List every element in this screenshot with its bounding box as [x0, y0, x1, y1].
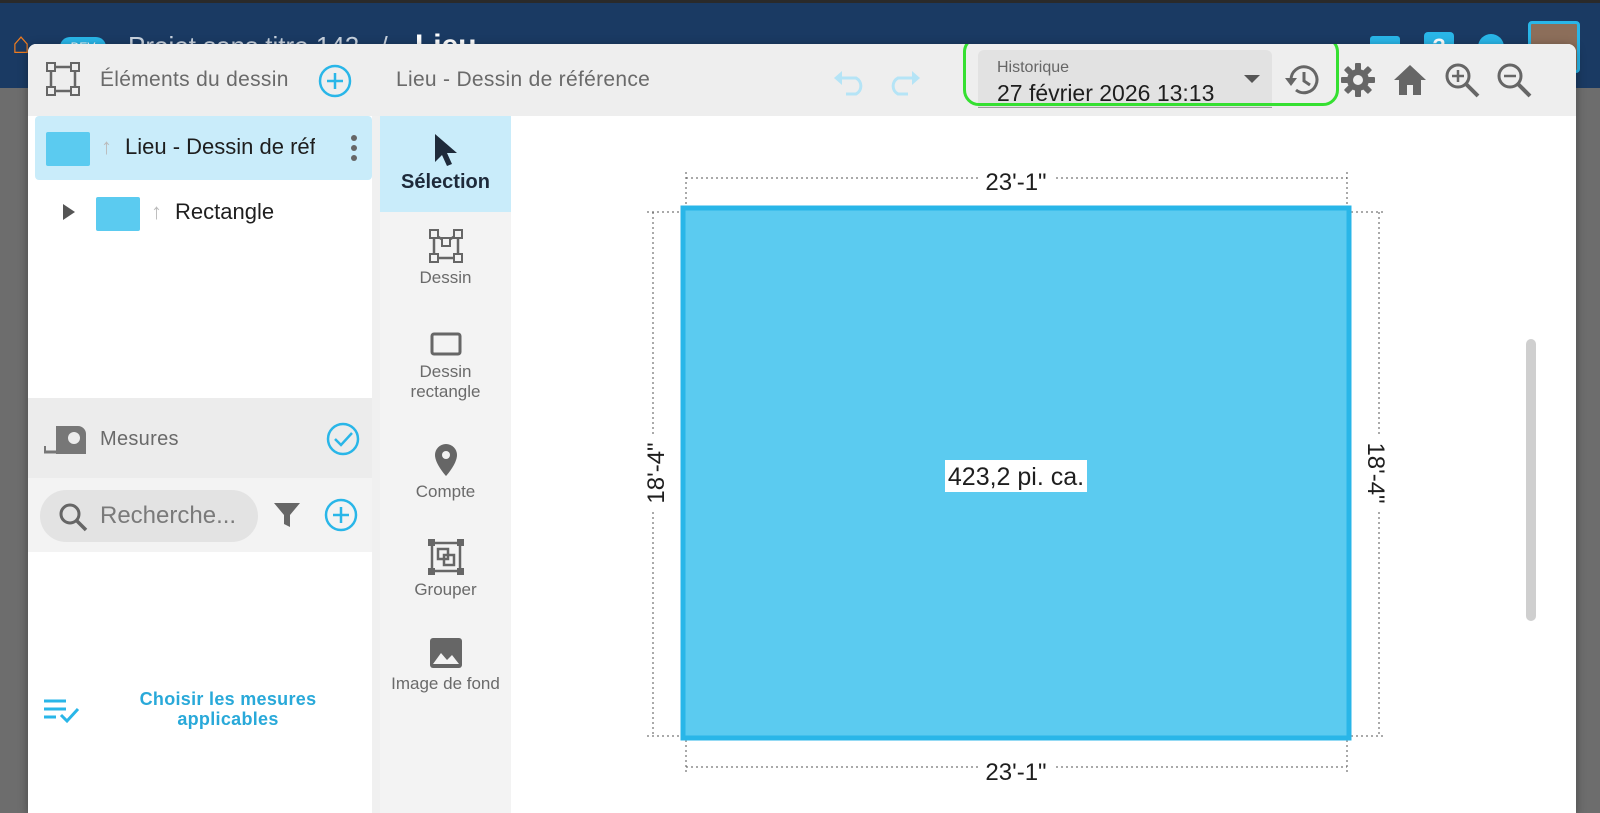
editor-toolbar: Éléments du dessin Lieu - Dessin de réfé…	[28, 44, 1576, 116]
dimension-left-label: 18'-4"	[643, 442, 670, 503]
layer-item-rectangle[interactable]: ↑ Rectangle	[35, 181, 372, 245]
rectangle-draw-icon	[430, 332, 461, 356]
dimension-bottom-label: 23'-1"	[985, 759, 1046, 786]
panel-divider	[372, 116, 380, 813]
layer-label: Rectangle	[175, 199, 275, 224]
more-options-icon[interactable]	[350, 134, 358, 162]
layer-link-icon: ↑	[151, 199, 162, 224]
tape-measure-icon	[44, 426, 86, 454]
tool-label: Compte	[415, 482, 476, 501]
history-select-label: Historique	[997, 59, 1070, 76]
tool-label: Sélection	[401, 171, 490, 193]
tool-label: Grouper	[414, 580, 477, 599]
tool-count[interactable]: Compte	[380, 442, 511, 522]
choose-measures-link[interactable]: Choisir les mesures applicables	[118, 689, 338, 729]
measures-title: Mesures	[100, 428, 179, 450]
layer-link-icon: ↑	[101, 134, 112, 159]
drawing-svg: 23'-1" 23'-1" 18'-4" 18'-4" 423,2 pi. ca…	[639, 164, 1393, 786]
drawing-editor-modal: Éléments du dessin Lieu - Dessin de réfé…	[28, 44, 1576, 813]
area-label: 423,2 pi. ca.	[948, 463, 1084, 491]
chevron-down-icon	[1244, 75, 1260, 83]
layers-panel: ↑ Lieu - Dessin de référence ↑ Rectangle…	[28, 116, 372, 813]
filter-icon[interactable]	[272, 500, 302, 530]
choose-measures-row[interactable]: Choisir les mesures applicables	[28, 681, 372, 741]
gear-icon[interactable]	[1338, 60, 1378, 100]
polygon-draw-icon	[428, 229, 463, 263]
image-icon	[429, 638, 462, 668]
dimension-bottom: 23'-1"	[685, 740, 1348, 786]
add-measure-button[interactable]	[324, 498, 358, 532]
tool-label: Dessin	[419, 268, 472, 287]
home-icon[interactable]	[1390, 60, 1430, 100]
layer-color-swatch	[46, 132, 90, 166]
group-icon	[427, 539, 464, 575]
canvas-scrollbar[interactable]	[1526, 339, 1536, 621]
dimension-left: 18'-4"	[639, 211, 681, 737]
check-circle-icon[interactable]	[326, 422, 360, 456]
layer-label: Lieu - Dessin de référence	[125, 134, 315, 159]
layer-color-swatch	[96, 197, 140, 231]
layer-item-reference-drawing[interactable]: ↑ Lieu - Dessin de référence	[35, 116, 372, 180]
history-select-value: 27 février 2026 13:13	[997, 80, 1215, 106]
search-icon	[59, 503, 88, 532]
measures-header: Mesures	[28, 398, 372, 478]
dimension-right-label: 18'-4"	[1362, 442, 1389, 503]
zoom-out-icon[interactable]	[1494, 60, 1534, 100]
search-input[interactable]	[100, 500, 254, 532]
tool-draw-rectangle[interactable]: Dessin rectangle	[380, 330, 511, 430]
checklist-icon	[44, 699, 80, 724]
tool-label: Image de fond	[391, 674, 500, 693]
tool-palette: Sélection Dessin Dessin rectangle Compte…	[380, 116, 511, 813]
history-restore-icon[interactable]	[1283, 60, 1323, 100]
tool-background-image[interactable]: Image de fond	[380, 636, 511, 716]
history-select[interactable]: Historique 27 février 2026 13:13	[978, 50, 1272, 108]
tool-selection[interactable]: Sélection	[380, 116, 511, 212]
cursor-icon	[434, 134, 457, 166]
zoom-in-icon[interactable]	[1442, 60, 1482, 100]
dimension-top-label: 23'-1"	[985, 169, 1046, 196]
map-pin-icon	[434, 444, 457, 476]
undo-button[interactable]	[832, 66, 870, 96]
measures-search-bar	[28, 478, 372, 552]
drawing-canvas[interactable]: 23'-1" 23'-1" 18'-4" 18'-4" 423,2 pi. ca…	[511, 116, 1576, 813]
tool-group[interactable]: Grouper	[380, 538, 511, 618]
drawing-elements-icon	[46, 62, 80, 96]
dimension-top: 23'-1"	[685, 164, 1348, 208]
background-left-edge	[0, 88, 28, 813]
dimension-right: 18'-4"	[1351, 211, 1393, 737]
search-field[interactable]	[40, 490, 258, 542]
expand-arrow-icon[interactable]	[63, 204, 75, 220]
drawing-name-title: Lieu - Dessin de référence	[396, 68, 651, 91]
tool-draw[interactable]: Dessin	[380, 228, 511, 308]
drawing-elements-label: Éléments du dessin	[100, 68, 289, 91]
background-right-edge	[1572, 88, 1600, 813]
redo-button[interactable]	[884, 66, 922, 96]
add-element-button[interactable]	[318, 64, 352, 98]
tool-label: Dessin rectangle	[410, 362, 481, 401]
